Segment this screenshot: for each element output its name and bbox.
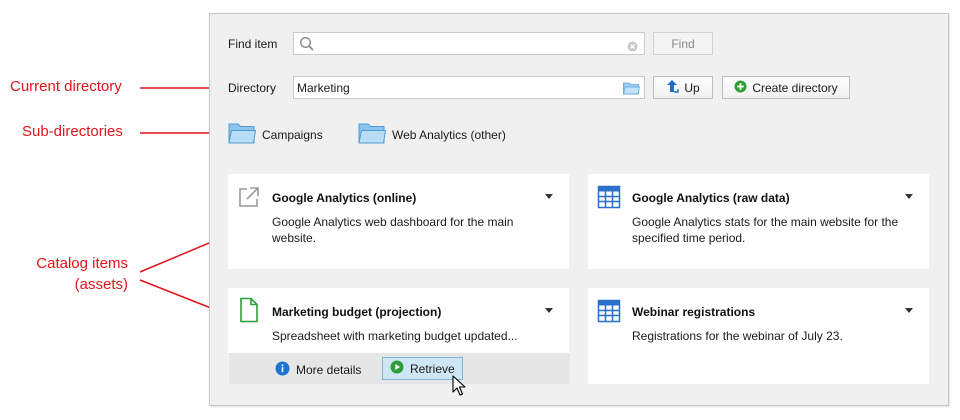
catalog-item-title: Google Analytics (online) bbox=[272, 191, 417, 205]
catalog-panel: Find item Find Directory Up Create direc… bbox=[209, 13, 949, 406]
catalog-item-card[interactable]: Google Analytics (raw data) Google Analy… bbox=[588, 174, 929, 269]
find-button[interactable]: Find bbox=[653, 32, 713, 55]
create-directory-button[interactable]: Create directory bbox=[722, 76, 850, 99]
chevron-down-icon[interactable] bbox=[905, 308, 913, 313]
find-item-input[interactable] bbox=[318, 34, 618, 53]
chevron-down-icon[interactable] bbox=[545, 308, 553, 313]
retrieve-button[interactable]: Retrieve bbox=[382, 357, 463, 380]
catalog-item-title: Webinar registrations bbox=[632, 305, 756, 319]
document-icon bbox=[237, 297, 261, 323]
browse-folder-icon[interactable] bbox=[623, 81, 640, 102]
subdirectory-label: Campaigns bbox=[262, 127, 323, 142]
directory-field bbox=[293, 76, 645, 99]
subdirectory-label: Web Analytics (other) bbox=[392, 127, 506, 142]
catalog-item-description: Google Analytics web dashboard for the m… bbox=[272, 215, 514, 245]
subdirectory-web-analytics-other[interactable]: Web Analytics (other) bbox=[358, 121, 506, 148]
directory-label: Directory bbox=[228, 81, 277, 95]
table-icon bbox=[597, 185, 621, 209]
external-link-icon bbox=[237, 185, 261, 209]
create-directory-label: Create directory bbox=[752, 80, 838, 95]
chevron-down-icon[interactable] bbox=[905, 194, 913, 199]
catalog-item-description: Spreadsheet with marketing budget update… bbox=[272, 329, 518, 343]
search-icon bbox=[299, 36, 315, 59]
mouse-cursor-icon bbox=[452, 375, 466, 400]
catalog-item-description: Registrations for the webinar of July 23… bbox=[632, 329, 843, 343]
find-item-label: Find item bbox=[228, 37, 278, 51]
folder-icon bbox=[228, 121, 257, 148]
up-button-label: Up bbox=[684, 80, 700, 95]
add-icon bbox=[734, 80, 747, 96]
folder-icon bbox=[358, 121, 387, 148]
catalog-item-card[interactable]: Marketing budget (projection) Spreadshee… bbox=[228, 288, 569, 353]
find-item-field bbox=[293, 32, 645, 55]
up-button[interactable]: Up bbox=[653, 76, 713, 99]
play-icon bbox=[390, 360, 404, 377]
retrieve-label: Retrieve bbox=[410, 361, 455, 376]
catalog-item-actions: More details Retrieve bbox=[229, 353, 570, 384]
more-details-link[interactable]: More details bbox=[275, 361, 361, 379]
directory-input[interactable] bbox=[297, 78, 617, 97]
table-icon bbox=[597, 299, 621, 323]
info-icon bbox=[275, 361, 290, 379]
catalog-item-card[interactable]: Google Analytics (online) Google Analyti… bbox=[228, 174, 569, 269]
chevron-down-icon[interactable] bbox=[545, 194, 553, 199]
more-details-label: More details bbox=[296, 363, 362, 377]
catalog-item-description: Google Analytics stats for the main webs… bbox=[632, 215, 899, 245]
catalog-item-title: Marketing budget (projection) bbox=[272, 305, 442, 319]
clear-search-icon[interactable] bbox=[627, 38, 638, 59]
catalog-item-title: Google Analytics (raw data) bbox=[632, 191, 790, 205]
subdirectory-campaigns[interactable]: Campaigns bbox=[228, 121, 323, 148]
catalog-item-card[interactable]: Webinar registrations Registrations for … bbox=[588, 288, 929, 384]
up-arrow-icon bbox=[666, 79, 680, 96]
